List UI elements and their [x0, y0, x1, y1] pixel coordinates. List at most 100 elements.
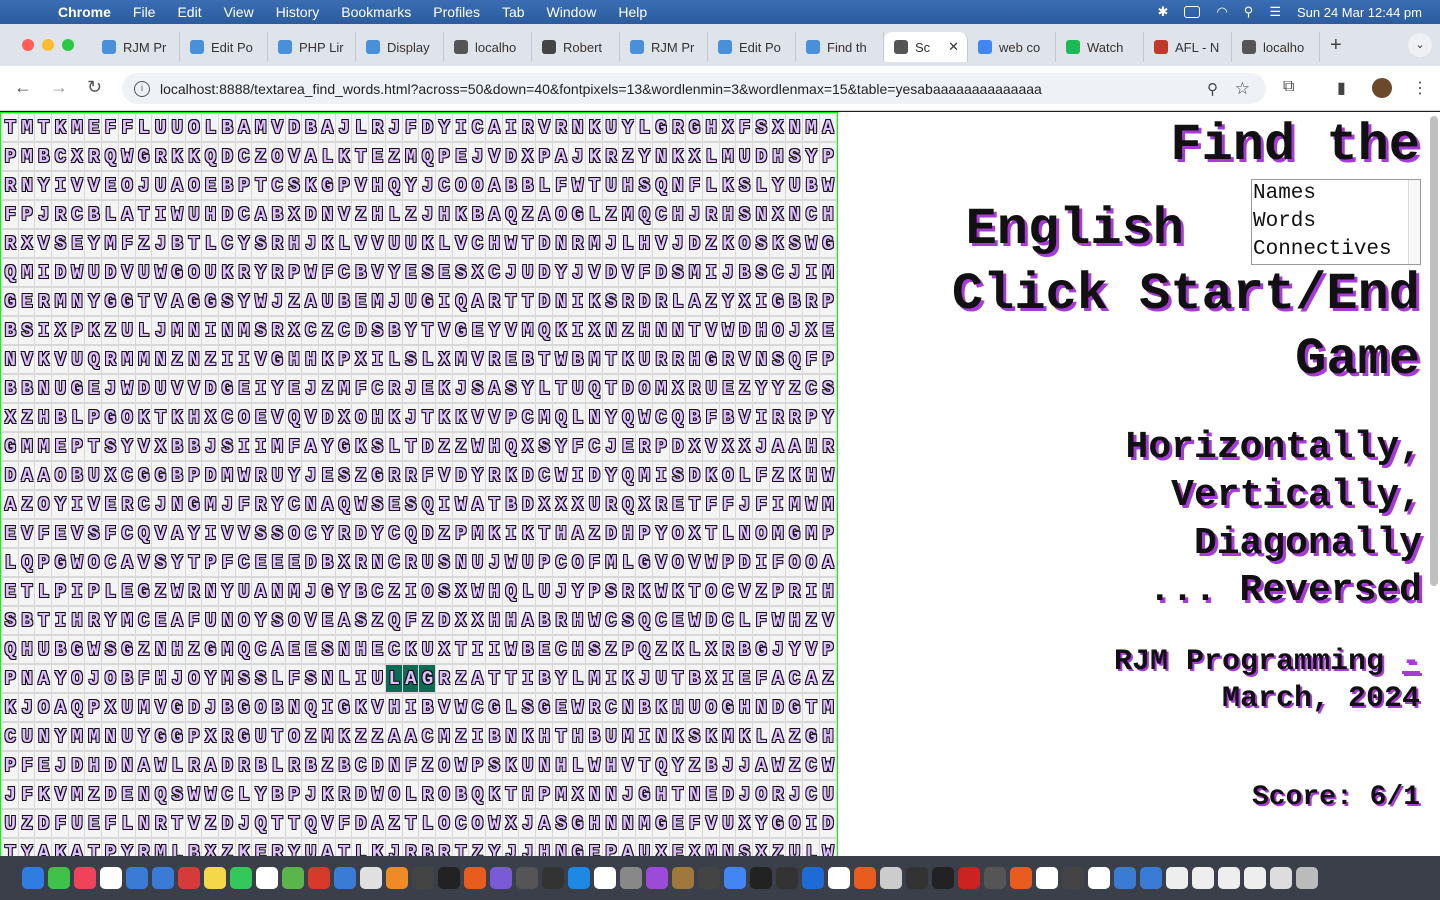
grid-cell[interactable]: Z [318, 374, 337, 403]
grid-cell[interactable]: I [802, 258, 821, 287]
grid-cell[interactable]: U [401, 287, 421, 316]
category-option-connectives[interactable]: Connectives [1253, 236, 1420, 264]
grid-cell[interactable]: E [268, 548, 287, 577]
grid-cell[interactable]: I [802, 809, 821, 838]
grid-cell[interactable]: Y [434, 113, 454, 142]
grid-cell[interactable]: L [568, 664, 588, 693]
grid-cell[interactable]: J [601, 229, 621, 258]
grid-cell[interactable]: H [551, 751, 571, 780]
grid-cell[interactable]: F [334, 809, 354, 838]
grid-cell[interactable]: D [1, 461, 20, 490]
grid-cell[interactable]: K [484, 519, 504, 548]
grid-cell[interactable]: L [802, 838, 821, 856]
grid-cell[interactable]: U [67, 345, 87, 374]
dock-app-icon[interactable] [256, 867, 278, 889]
grid-cell[interactable]: X [551, 490, 571, 519]
grid-cell[interactable]: V [301, 403, 321, 432]
grid-cell[interactable]: K [1, 693, 20, 722]
grid-cell[interactable]: W [201, 780, 220, 809]
grid-cell[interactable]: V [701, 809, 721, 838]
grid-cell[interactable]: S [301, 664, 321, 693]
grid-cell[interactable]: F [635, 258, 654, 287]
grid-cell[interactable]: E [117, 780, 137, 809]
grid-cell[interactable]: A [334, 606, 354, 635]
grid-cell[interactable]: V [184, 374, 204, 403]
grid-cell[interactable]: B [802, 171, 821, 200]
grid-cell[interactable]: Y [51, 490, 70, 519]
grid-cell[interactable]: A [251, 577, 270, 606]
grid-cell[interactable]: O [434, 751, 454, 780]
grid-cell[interactable]: R [251, 461, 270, 490]
grid-cell[interactable]: X [434, 345, 454, 374]
grid-cell[interactable]: L [201, 113, 220, 142]
grid-cell[interactable]: O [551, 200, 571, 229]
grid-cell[interactable]: P [434, 142, 454, 171]
grid-cell[interactable]: F [685, 171, 704, 200]
grid-cell[interactable]: B [251, 751, 270, 780]
grid-cell[interactable]: T [685, 316, 704, 345]
grid-cell[interactable]: R [434, 664, 454, 693]
grid-cell[interactable]: M [701, 838, 721, 856]
grid-cell[interactable]: P [818, 142, 838, 171]
grid-cell[interactable]: L [351, 838, 371, 856]
grid-cell[interactable]: J [384, 838, 404, 856]
grid-cell[interactable]: W [818, 461, 838, 490]
grid-cell[interactable]: K [184, 142, 204, 171]
grid-cell[interactable]: Y [251, 606, 270, 635]
grid-cell[interactable]: W [501, 548, 521, 577]
grid-cell[interactable]: B [34, 142, 54, 171]
grid-cell[interactable]: K [418, 229, 437, 258]
grid-cell[interactable]: N [284, 693, 304, 722]
grid-cell[interactable]: R [51, 200, 70, 229]
dock-app-icon[interactable] [1036, 867, 1058, 889]
dock-app-icon[interactable] [672, 867, 694, 889]
grid-cell[interactable]: N [551, 838, 571, 856]
grid-cell[interactable]: O [635, 374, 654, 403]
grid-cell[interactable]: E [284, 548, 304, 577]
grid-cell[interactable]: P [334, 171, 354, 200]
grid-cell[interactable]: T [484, 664, 504, 693]
grid-cell[interactable]: Q [134, 519, 154, 548]
word-category-listbox[interactable]: Names Words Connectives [1251, 179, 1421, 265]
grid-cell[interactable]: V [701, 432, 721, 461]
grid-cell[interactable]: K [585, 142, 604, 171]
grid-cell[interactable]: B [501, 490, 521, 519]
grid-cell[interactable]: V [67, 171, 87, 200]
grid-cell[interactable]: E [668, 606, 688, 635]
grid-cell[interactable]: Y [802, 142, 821, 171]
grid-cell[interactable]: J [418, 171, 437, 200]
grid-cell[interactable]: T [551, 374, 571, 403]
grid-cell[interactable]: V [17, 345, 37, 374]
grid-cell[interactable]: N [151, 635, 170, 664]
dock-app-icon[interactable] [1140, 867, 1162, 889]
grid-cell[interactable]: B [167, 229, 187, 258]
grid-cell[interactable]: C [234, 142, 254, 171]
grid-cell[interactable]: J [735, 751, 754, 780]
grid-cell[interactable]: Z [618, 316, 638, 345]
grid-cell[interactable]: G [151, 461, 170, 490]
grid-cell[interactable]: F [735, 113, 754, 142]
grid-cell[interactable]: S [585, 635, 604, 664]
grid-cell[interactable]: W [117, 142, 137, 171]
menu-profiles[interactable]: Profiles [433, 4, 480, 20]
grid-cell[interactable]: Y [318, 519, 337, 548]
grid-cell[interactable]: W [802, 229, 821, 258]
grid-cell[interactable]: Z [318, 316, 337, 345]
grid-cell[interactable]: K [501, 461, 521, 490]
grid-cell[interactable]: Y [51, 722, 70, 751]
grid-cell[interactable]: L [201, 229, 220, 258]
grid-cell[interactable]: I [401, 693, 421, 722]
menu-edit[interactable]: Edit [177, 4, 201, 20]
grid-cell[interactable]: M [217, 635, 237, 664]
grid-cell[interactable]: L [384, 432, 404, 461]
grid-cell[interactable]: H [768, 142, 788, 171]
grid-cell[interactable]: U [84, 461, 104, 490]
grid-cell[interactable]: C [368, 374, 387, 403]
grid-cell[interactable]: T [802, 693, 821, 722]
grid-cell[interactable]: G [818, 229, 838, 258]
grid-cell[interactable]: H [635, 316, 654, 345]
grid-cell[interactable]: K [518, 519, 537, 548]
grid-cell[interactable]: T [685, 577, 704, 606]
grid-cell[interactable]: N [1, 345, 20, 374]
grid-cell[interactable]: M [635, 809, 654, 838]
